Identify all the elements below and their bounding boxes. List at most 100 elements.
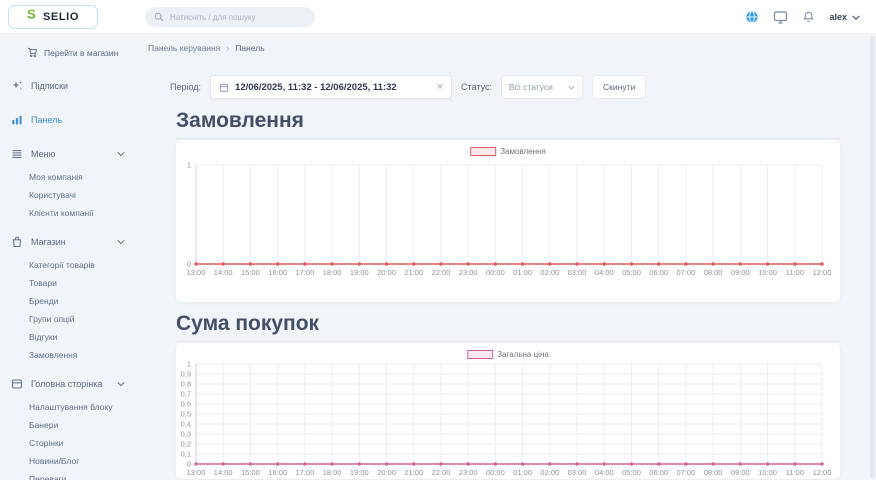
sidebar-item-reviews[interactable]: Відгуки <box>0 328 135 346</box>
legend-label: Загальна ціна <box>497 350 549 359</box>
svg-text:0,9: 0,9 <box>181 370 191 379</box>
section-title-orders: Замовлення <box>176 108 840 139</box>
search-input[interactable]: Натисніть / для пошуку <box>145 7 315 27</box>
svg-text:09:00: 09:00 <box>731 268 750 277</box>
sidebar-item-subscriptions[interactable]: Підписки <box>0 71 135 100</box>
svg-text:10:00: 10:00 <box>758 468 777 477</box>
orders-chart-legend[interactable]: Замовлення <box>470 147 546 156</box>
svg-text:14:00: 14:00 <box>214 268 233 277</box>
svg-text:01:00: 01:00 <box>513 468 532 477</box>
dashboard-sections: Замовлення Замовлення 1013:0014:0015:001… <box>176 108 840 479</box>
svg-text:01:00: 01:00 <box>513 268 532 277</box>
sidebar-item-company-clients[interactable]: Клієнти компанії <box>0 204 135 222</box>
sidebar-item-banners[interactable]: Банери <box>0 416 135 434</box>
sidebar: Перейти в магазин Підписки Панель Меню Моя к… <box>0 34 135 480</box>
svg-text:20:00: 20:00 <box>377 268 396 277</box>
sidebar-item-go-to-store[interactable]: Перейти в магазин <box>0 39 135 66</box>
orders-chart-card: Замовлення 1013:0014:0015:0016:0017:0018… <box>176 140 840 302</box>
list-icon <box>11 148 23 160</box>
svg-text:0,7: 0,7 <box>181 390 191 399</box>
svg-text:13:00: 13:00 <box>187 268 206 277</box>
sidebar-item-label: Категорії товарів <box>29 260 95 270</box>
search-placeholder: Натисніть / для пошуку <box>170 13 256 22</box>
sidebar-item-label: Замовлення <box>29 350 77 360</box>
sparkles-icon <box>11 80 23 92</box>
chevron-down-icon <box>117 239 125 244</box>
sidebar-item-users[interactable]: Користувачі <box>0 186 135 204</box>
svg-text:23:00: 23:00 <box>459 268 478 277</box>
breadcrumb-item-dashboard[interactable]: Панель керування <box>148 43 220 53</box>
sidebar-item-products[interactable]: Товари <box>0 274 135 292</box>
status-select[interactable]: Всі статуси <box>501 75 583 99</box>
sidebar-item-label: Новини/Блог <box>29 456 79 466</box>
period-value: 12/06/2025, 11:32 - 12/06/2025, 11:32 <box>235 82 431 93</box>
svg-text:16:00: 16:00 <box>268 468 287 477</box>
sidebar-item-product-categories[interactable]: Категорії товарів <box>0 256 135 274</box>
svg-text:20:00: 20:00 <box>377 468 396 477</box>
svg-text:0,5: 0,5 <box>181 410 191 419</box>
sidebar-item-news-blog[interactable]: Новини/Блог <box>0 452 135 470</box>
svg-text:21:00: 21:00 <box>404 268 423 277</box>
sidebar-item-block-settings[interactable]: Налаштування блоку <box>0 398 135 416</box>
sidebar-item-label: Товари <box>29 278 57 288</box>
period-label: Період: <box>170 82 201 92</box>
user-menu[interactable]: alex <box>829 12 860 22</box>
chevron-down-icon <box>117 151 125 156</box>
sidebar-item-orders[interactable]: Замовлення <box>0 346 135 364</box>
sidebar-item-label: Моя компанія <box>29 172 83 182</box>
svg-text:15:00: 15:00 <box>241 468 260 477</box>
svg-text:02:00: 02:00 <box>540 268 559 277</box>
chevron-down-icon <box>568 85 575 90</box>
legend-label: Замовлення <box>500 147 546 156</box>
svg-text:00:00: 00:00 <box>486 268 505 277</box>
sidebar-item-store[interactable]: Магазин <box>0 227 135 256</box>
sidebar-item-label: Групи опцій <box>29 314 75 324</box>
sidebar-item-label: Відгуки <box>29 332 57 342</box>
sidebar-item-menu[interactable]: Меню <box>0 139 135 168</box>
svg-text:12:00: 12:00 <box>813 468 832 477</box>
period-range-input[interactable]: 12/06/2025, 11:32 - 12/06/2025, 11:32 × <box>210 75 452 99</box>
svg-text:06:00: 06:00 <box>649 468 668 477</box>
reset-button[interactable]: Скинути <box>592 75 646 99</box>
svg-text:0,1: 0,1 <box>181 450 191 459</box>
sidebar-item-advantages[interactable]: Переваги <box>0 470 135 480</box>
calendar-icon <box>219 82 229 93</box>
cart-icon <box>27 47 38 58</box>
logo[interactable]: S SELIO <box>8 5 98 29</box>
sidebar-item-my-company[interactable]: Моя компанія <box>0 168 135 186</box>
sidebar-item-label: Панель <box>31 115 62 125</box>
globe-icon[interactable] <box>745 10 759 24</box>
svg-text:11:00: 11:00 <box>786 468 804 477</box>
svg-text:19:00: 19:00 <box>350 268 369 277</box>
sidebar-item-dashboard[interactable]: Панель <box>0 105 135 134</box>
svg-text:04:00: 04:00 <box>595 468 614 477</box>
sidebar-item-brands[interactable]: Бренди <box>0 292 135 310</box>
svg-text:08:00: 08:00 <box>704 468 723 477</box>
sidebar-item-home-page[interactable]: Головна сторінка <box>0 369 135 398</box>
svg-text:17:00: 17:00 <box>296 268 315 277</box>
svg-text:0,4: 0,4 <box>181 420 191 429</box>
svg-text:23:00: 23:00 <box>459 468 478 477</box>
svg-text:07:00: 07:00 <box>677 268 696 277</box>
orders-line-chart: 1013:0014:0015:0016:0017:0018:0019:0020:… <box>176 140 840 298</box>
filter-bar: Період: 12/06/2025, 11:32 - 12/06/2025, … <box>145 75 857 99</box>
svg-text:0,2: 0,2 <box>181 440 191 449</box>
monitor-icon[interactable] <box>773 10 788 24</box>
svg-text:05:00: 05:00 <box>622 268 641 277</box>
search-icon <box>154 12 164 22</box>
clear-period-icon[interactable]: × <box>437 82 443 93</box>
sidebar-item-label: Налаштування блоку <box>29 402 112 412</box>
main-content: Панель керування › Панель Період: 12/06/… <box>145 34 857 479</box>
svg-text:03:00: 03:00 <box>568 468 587 477</box>
bell-icon[interactable] <box>802 10 815 24</box>
breadcrumb-separator: › <box>226 43 229 53</box>
top-header: S SELIO Натисніть / для пошуку alex <box>0 0 876 34</box>
sidebar-item-option-groups[interactable]: Групи опцій <box>0 310 135 328</box>
svg-text:07:00: 07:00 <box>677 468 696 477</box>
page-scrollbar[interactable] <box>870 36 875 478</box>
purchase-sum-chart-legend[interactable]: Загальна ціна <box>467 350 549 359</box>
chevron-down-icon <box>852 15 860 20</box>
window-icon <box>11 378 23 390</box>
sidebar-item-pages[interactable]: Сторінки <box>0 434 135 452</box>
sidebar-item-label: Меню <box>31 149 55 159</box>
